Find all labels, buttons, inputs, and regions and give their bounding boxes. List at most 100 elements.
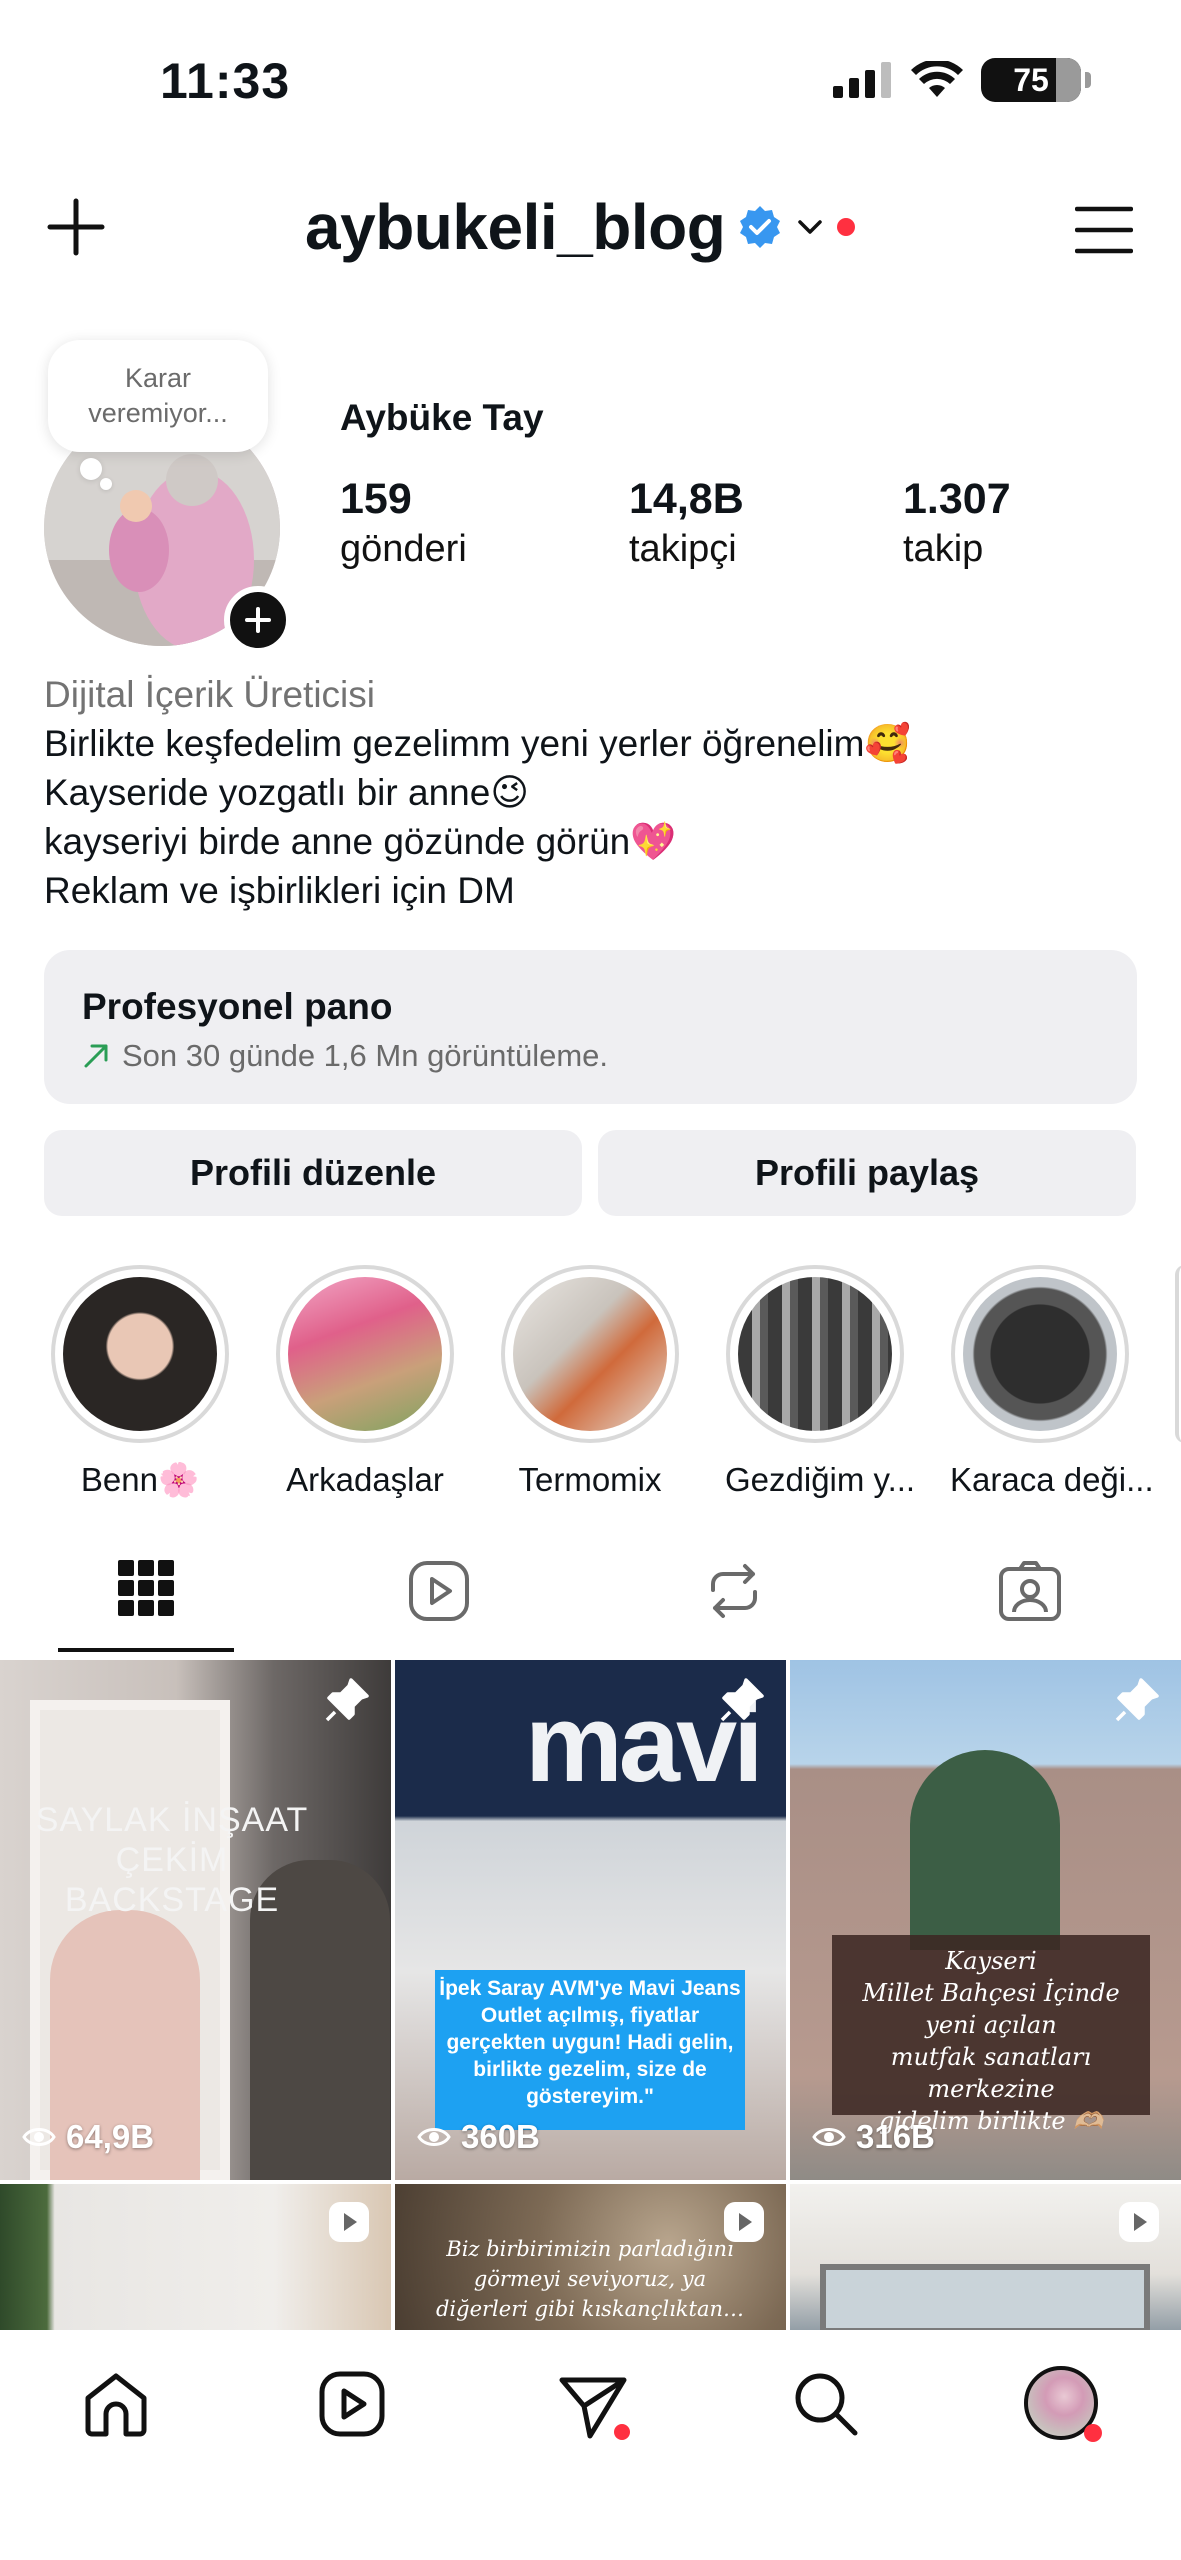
stat-value: 14,8B <box>629 475 744 523</box>
share-profile-button[interactable]: Profili paylaş <box>598 1130 1136 1216</box>
highlight-item[interactable]: Benn🌸 <box>50 1265 230 1500</box>
highlight-label: Gezdiğim y... <box>725 1461 916 1498</box>
verified-badge-icon <box>740 206 781 248</box>
home-icon <box>85 2373 147 2437</box>
stat-label: gönderi <box>340 528 467 570</box>
avatar <box>1024 2366 1102 2442</box>
repost-icon <box>711 1564 757 1618</box>
post-tile[interactable]: Biz birbirimizin parladığını görmeyi sev… <box>395 2184 786 2334</box>
stat-following[interactable]: 1.307 takip <box>903 475 1011 571</box>
post-view-count: 64,9B <box>66 2118 155 2155</box>
notification-dot <box>1084 2424 1102 2442</box>
dashboard-title: Profesyonel pano <box>82 986 393 1027</box>
dashboard-subtitle: Son 30 günde 1,6 Mn görüntüleme. <box>82 1038 1099 1074</box>
nav-reels[interactable] <box>318 2370 386 2443</box>
post-view-count: 316B <box>856 2118 935 2155</box>
post-tile[interactable]: SAYLAK İNŞAAT ÇEKİM BACKSTAGE 64,9B <box>0 1660 391 2180</box>
hamburger-menu-icon <box>1074 206 1134 254</box>
pinned-icon <box>1113 1676 1161 1729</box>
nav-search[interactable] <box>792 2370 860 2443</box>
signal-icon <box>833 62 891 98</box>
highlight-cover <box>738 1277 892 1431</box>
post-tile[interactable]: Kayseri Millet Bahçesi İçinde yeni açıla… <box>790 1660 1181 2180</box>
status-icons: 75 <box>833 58 1091 102</box>
add-story-button[interactable] <box>224 586 292 654</box>
chevron-down-icon <box>798 220 823 234</box>
dashboard-subtitle-text: Son 30 günde 1,6 Mn görüntüleme. <box>122 1038 609 1073</box>
highlight-label: Karaca deği... <box>950 1461 1154 1498</box>
post-view-count: 360B <box>461 2118 540 2155</box>
post-views: 360B <box>417 2118 540 2156</box>
notification-dot <box>837 218 856 236</box>
search-icon <box>795 2373 858 2436</box>
stat-value: 159 <box>340 475 412 523</box>
stat-posts[interactable]: 159 gönderi <box>340 475 467 571</box>
account-switcher[interactable]: aybukeli_blog <box>305 190 856 264</box>
tagged-user-icon <box>999 1561 1061 1621</box>
highlight-item[interactable]: Karaca deği... <box>950 1265 1154 1499</box>
trend-arrow-icon <box>84 1044 108 1068</box>
stat-value: 1.307 <box>903 475 1011 523</box>
bio-line: kayseriyi birde anne gözünde görün💖 <box>44 821 677 862</box>
reel-icon <box>722 2200 766 2249</box>
profile-category: Dijital İçerik Üreticisi <box>44 674 375 715</box>
highlight-cover <box>513 1277 667 1431</box>
bio-line: Kayseride yozgatlı bir anne😉 <box>44 772 529 813</box>
eye-icon <box>812 2128 846 2146</box>
reel-icon <box>1117 2200 1161 2249</box>
post-views: 316B <box>812 2118 935 2156</box>
post-tile[interactable]: mavi İpek Saray AVM'ye Mavi Jeans Outlet… <box>395 1660 786 2180</box>
highlight-cover <box>63 1277 217 1431</box>
profile-username: aybukeli_blog <box>305 191 726 263</box>
wifi-icon <box>911 61 963 97</box>
note-line-2: veremiyor... <box>88 398 228 428</box>
tab-tagged[interactable] <box>998 1560 1062 1627</box>
send-icon <box>559 2377 630 2440</box>
highlight-item-partial <box>1175 1265 1181 1443</box>
highlight-cover <box>963 1277 1117 1431</box>
profile-note[interactable]: Karar veremiyor... <box>48 340 268 452</box>
stat-followers[interactable]: 14,8B takipçi <box>629 475 744 571</box>
highlight-item[interactable]: Arkadaşlar <box>275 1265 455 1499</box>
active-tab-indicator <box>58 1648 234 1652</box>
highlight-label: Arkadaşlar <box>286 1461 444 1498</box>
bottom-navigation <box>0 2330 1181 2560</box>
create-button[interactable] <box>44 195 108 264</box>
eye-icon <box>22 2128 56 2146</box>
highlight-item[interactable]: Gezdiğim y... <box>725 1265 916 1499</box>
tab-reposts[interactable] <box>703 1560 765 1627</box>
post-caption: Kayseri Millet Bahçesi İçinde yeni açıla… <box>862 1947 1120 2135</box>
display-name: Aybüke Tay <box>340 397 544 438</box>
reels-icon <box>409 1561 469 1621</box>
post-tile[interactable] <box>0 2184 391 2334</box>
status-time: 11:33 <box>160 53 291 109</box>
stat-label: takip <box>903 528 984 570</box>
nav-home[interactable] <box>82 2370 150 2443</box>
nav-profile[interactable] <box>1024 2366 1102 2442</box>
stat-label: takipçi <box>629 528 737 570</box>
highlight-label: Termomix <box>518 1461 662 1498</box>
grid-icon <box>118 1560 174 1616</box>
post-overlay-text: İpek Saray AVM'ye Mavi Jeans Outlet açıl… <box>439 1977 741 2108</box>
post-views: 64,9B <box>22 2118 154 2156</box>
tab-reels[interactable] <box>408 1560 470 1627</box>
plus-icon <box>47 198 105 256</box>
highlight-item[interactable]: Termomix <box>500 1265 680 1499</box>
reel-icon <box>327 2200 371 2249</box>
bio-line: Reklam ve işbirlikleri için DM <box>44 870 515 911</box>
nav-messages[interactable] <box>556 2370 636 2455</box>
reels-icon <box>319 2371 385 2437</box>
pinned-icon <box>323 1676 371 1729</box>
post-caption: SAYLAK İNŞAAT ÇEKİM BACKSTAGE <box>35 1801 309 1919</box>
note-bubble-tail <box>80 458 102 480</box>
tab-posts-grid[interactable] <box>118 1560 174 1621</box>
pinned-icon <box>718 1676 766 1729</box>
plus-icon <box>245 607 271 633</box>
post-tile[interactable] <box>790 2184 1181 2334</box>
note-bubble-tail <box>100 478 112 490</box>
highlight-cover <box>288 1277 442 1431</box>
menu-button[interactable] <box>1074 205 1134 260</box>
professional-dashboard[interactable]: Profesyonel pano Son 30 günde 1,6 Mn gör… <box>44 950 1137 1104</box>
edit-profile-button[interactable]: Profili düzenle <box>44 1130 582 1216</box>
bio-line: Birlikte keşfedelim gezelimm yeni yerler… <box>44 723 911 764</box>
